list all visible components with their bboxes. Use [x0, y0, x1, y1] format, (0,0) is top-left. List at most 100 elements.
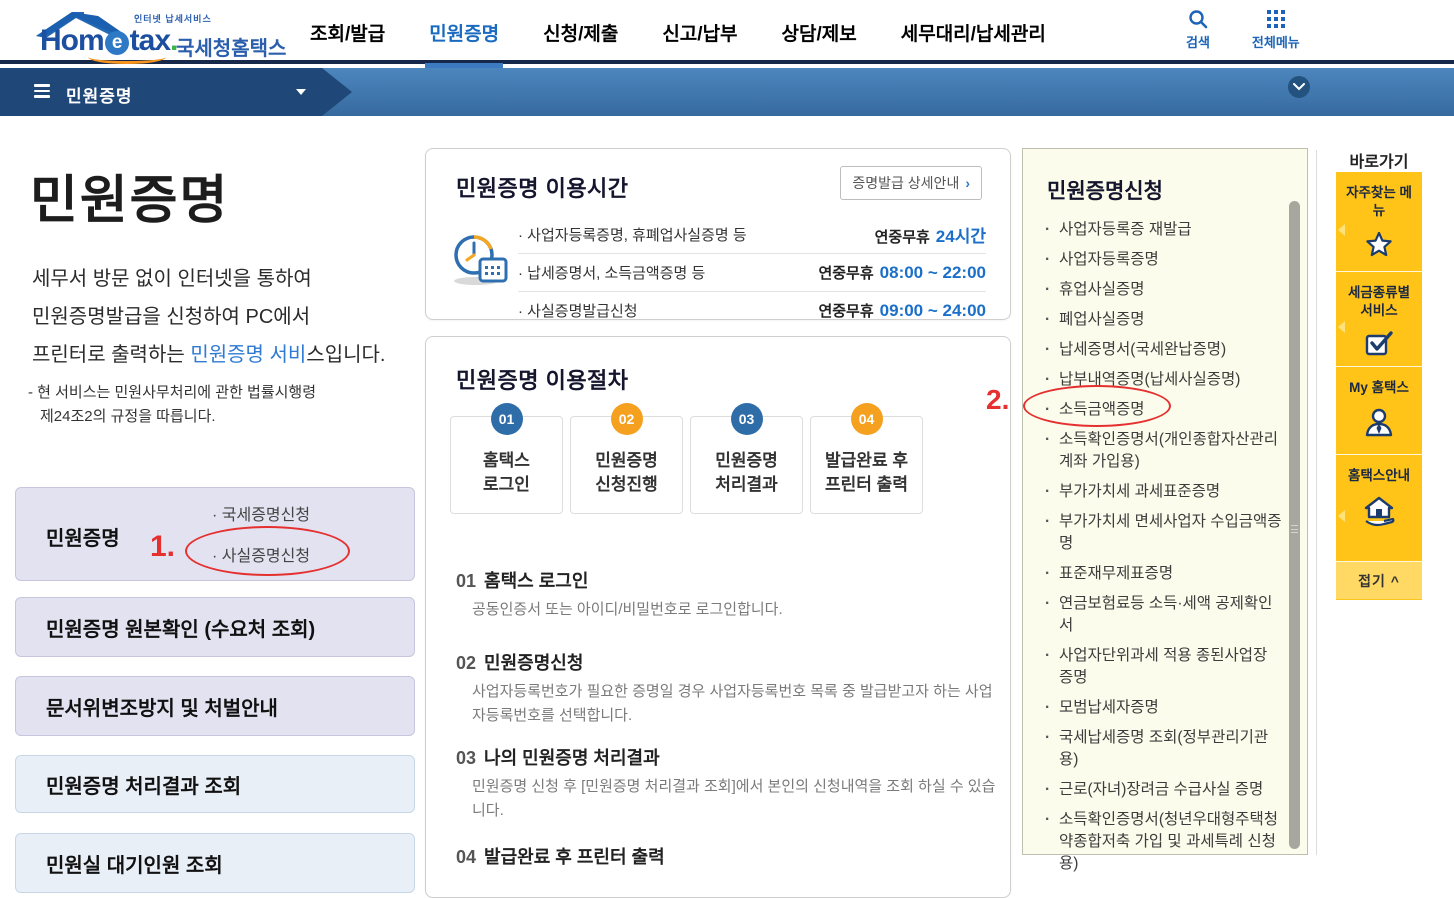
- menu-box-forgery-prevention[interactable]: 문서위변조방지 및 처벌안내: [15, 676, 415, 736]
- quick-item-my-hometax[interactable]: My 홈택스: [1336, 367, 1422, 455]
- cert-item-gov-inquiry[interactable]: 국세납세증명 조회(정부관리기관용): [1045, 727, 1285, 771]
- step-detail-heading: 02민원증명신청: [456, 649, 583, 675]
- step-detail-desc: 민원증명 신청 후 [민원증명 처리결과 조회]에서 본인의 신청내역을 조회 …: [472, 775, 996, 823]
- quick-sidebar-title: 바로가기: [1336, 148, 1422, 172]
- check-icon: [1364, 330, 1394, 358]
- cert-item-tax-payment[interactable]: 납세증명서(국세완납증명): [1045, 339, 1285, 361]
- cert-item-vat-exempt[interactable]: 부가가치세 면세사업자 수입금액증명: [1045, 511, 1285, 555]
- quick-item-favorite-menu[interactable]: 자주찾는 메뉴: [1336, 172, 1422, 272]
- cert-item-pension-deduction[interactable]: 연금보험료등 소득·세액 공제확인서: [1045, 593, 1285, 637]
- menu-box-civil-certificate[interactable]: 민원증명 · 국세증명신청 · 사실증명신청: [15, 487, 415, 581]
- house-icon: [1362, 495, 1396, 527]
- link-fact-cert[interactable]: · 사실증명신청: [212, 542, 310, 566]
- chevron-down-icon: [1293, 83, 1305, 91]
- step-number-badge: 04: [851, 403, 883, 435]
- arrow-left-icon: [1338, 321, 1345, 333]
- cert-item-biz-reissue[interactable]: 사업자등록증 재발급: [1045, 219, 1285, 241]
- step-detail-heading: 01홈택스 로그인: [456, 567, 588, 593]
- vertical-divider: [1316, 150, 1317, 855]
- grid-menu-icon: [1266, 9, 1286, 29]
- arrow-left-icon: [1338, 224, 1345, 236]
- cert-item-vat-base[interactable]: 부가가치세 과세표준증명: [1045, 481, 1285, 503]
- all-menu-label: 전체메뉴: [1252, 32, 1300, 51]
- menu-box-links: · 국세증명신청 · 사실증명신청: [212, 501, 310, 583]
- time-row: · 사업자등록증명, 휴폐업사실증명 등 연중무휴24시간: [518, 215, 986, 253]
- step-number-badge: 01: [491, 403, 523, 435]
- legal-note: - 현 서비스는 민원사무처리에 관한 법률시행령 제24조2의 규정을 따릅니…: [28, 381, 316, 429]
- certificate-list: 사업자등록증 재발급 사업자등록증명 휴업사실증명 폐업사실증명 납세증명서(국…: [1045, 219, 1285, 883]
- nav-tax-agent[interactable]: 세무대리/납세관리: [899, 0, 1048, 67]
- subnav-bar: 민원증명: [0, 68, 1454, 116]
- cert-item-suspension[interactable]: 휴업사실증명: [1045, 279, 1285, 301]
- quick-item-tax-type-services[interactable]: 세금종류별 서비스: [1336, 272, 1422, 367]
- procedure-title: 민원증명 이용절차: [456, 363, 629, 395]
- intro-link[interactable]: 민원증명 서비: [190, 344, 306, 366]
- arrow-left-icon: [1338, 510, 1345, 522]
- menu-box-title: 민원증명: [46, 522, 120, 551]
- step-card-apply: 02 민원증명신청진행: [570, 416, 683, 514]
- issuance-detail-button[interactable]: 증명발급 상세안내›: [840, 166, 982, 200]
- cert-item-biz-registration[interactable]: 사업자등록증명: [1045, 249, 1285, 271]
- all-menu-button[interactable]: 전체메뉴: [1252, 9, 1300, 51]
- nav-inquiry-issue[interactable]: 조회/발급: [308, 0, 387, 67]
- chevron-down-icon[interactable]: [296, 89, 306, 95]
- subnav-current-section[interactable]: 민원증명: [0, 68, 352, 116]
- link-national-tax-cert[interactable]: · 국세증명신청: [212, 501, 310, 525]
- search-label: 검색: [1186, 32, 1210, 51]
- person-icon: [1364, 407, 1394, 437]
- step-card-print: 04 발급완료 후프린터 출력: [810, 416, 923, 514]
- step-detail-heading: 03나의 민원증명 처리결과: [456, 744, 660, 770]
- search-button[interactable]: 검색: [1186, 9, 1210, 51]
- chevron-right-icon: ›: [965, 175, 970, 191]
- procedure-steps: 01 홈택스로그인 02 민원증명신청진행 03 민원증명처리결과 04 발급완…: [450, 416, 923, 514]
- step-detail-desc: 공동인증서 또는 아이디/비밀번호로 로그인합니다.: [472, 598, 996, 622]
- cert-item-income-isa[interactable]: 소득확인증명서(개인종합자산관리계좌 가입용): [1045, 429, 1285, 473]
- quick-item-hometax-guide[interactable]: 홈택스안내: [1336, 455, 1422, 562]
- time-row: · 납세증명서, 소득금액증명 등 연중무휴08:00 ~ 22:00: [518, 253, 986, 291]
- annotation-number-2: 2.: [986, 384, 1009, 416]
- nav-apply-submit[interactable]: 신청/제출: [541, 0, 620, 67]
- main-nav: 조회/발급 민원증명 신청/제출 신고/납부 상담/제보 세무대리/납세관리: [308, 0, 1048, 64]
- cert-item-payment-history[interactable]: 납부내역증명(납세사실증명): [1045, 369, 1285, 391]
- usage-time-box: 민원증명 이용시간 증명발급 상세안내› · 사업자등록증명, 휴폐업사실증명 …: [425, 148, 1011, 320]
- certificate-panel: 민원증명신청 사업자등록증 재발급 사업자등록증명 휴업사실증명 폐업사실증명 …: [1022, 148, 1308, 855]
- cert-item-unit-taxation[interactable]: 사업자단위과세 적용 종된사업장 증명: [1045, 645, 1285, 689]
- cert-item-eitc[interactable]: 근로(자녀)장려금 수급사실 증명: [1045, 779, 1285, 801]
- subnav-title: 민원증명: [66, 82, 133, 107]
- clock-calendar-icon: [448, 229, 510, 291]
- cert-item-income-amount[interactable]: 소득금액증명: [1045, 399, 1285, 421]
- nav-report-pay[interactable]: 신고/납부: [660, 0, 739, 67]
- step-detail-desc: 사업자등록번호가 필요한 증명일 경우 사업자등록번호 목록 중 발급받고자 하…: [472, 680, 996, 728]
- scrollbar-thumb[interactable]: [1289, 201, 1300, 849]
- usage-time-title: 민원증명 이용시간: [456, 171, 629, 203]
- menu-box-waiting-count[interactable]: 민원실 대기인원 조회: [15, 833, 415, 893]
- cert-item-youth-savings[interactable]: 소득확인증명서(청년우대형주택청약종합저축 가입 및 과세특례 신청용): [1045, 809, 1285, 875]
- certificate-panel-title: 민원증명신청: [1047, 175, 1163, 205]
- expand-menu-button[interactable]: [1288, 76, 1310, 98]
- hometax-logo[interactable]: 인터넷 납세서비스 Hometax. 국세청홈택스: [26, 6, 276, 60]
- nav-civil-certificate[interactable]: 민원증명: [427, 0, 501, 67]
- step-card-result: 03 민원증명처리결과: [690, 416, 803, 514]
- step-number-badge: 03: [731, 403, 763, 435]
- step-number-badge: 02: [611, 403, 643, 435]
- time-row: · 사실증명발급신청 연중무휴09:00 ~ 24:00: [518, 291, 986, 329]
- annotation-number-1: 1.: [150, 530, 175, 564]
- cert-item-financial-statements[interactable]: 표준재무제표증명: [1045, 563, 1285, 585]
- nav-consult-report[interactable]: 상담/제보: [780, 0, 859, 67]
- menu-box-original-check[interactable]: 민원증명 원본확인 (수요처 조회): [15, 597, 415, 657]
- page-title: 민원증명: [30, 158, 229, 233]
- procedure-box: 민원증명 이용절차 01 홈택스로그인 02 민원증명신청진행 03 민원증명처…: [425, 336, 1011, 898]
- header-tools: 검색 전체메뉴: [1186, 9, 1300, 51]
- hamburger-icon[interactable]: [34, 84, 50, 98]
- top-header: 인터넷 납세서비스 Hometax. 국세청홈택스 조회/발급 민원증명 신청/…: [0, 0, 1454, 64]
- logo-suffix: 국세청홈택스: [176, 32, 286, 61]
- menu-box-result-inquiry[interactable]: 민원증명 처리결과 조회: [15, 755, 415, 813]
- star-icon: [1364, 230, 1394, 260]
- cert-item-closure[interactable]: 폐업사실증명: [1045, 309, 1285, 331]
- cert-item-model-taxpayer[interactable]: 모범납세자증명: [1045, 697, 1285, 719]
- collapse-button[interactable]: 접기 ^: [1336, 562, 1422, 599]
- search-icon: [1188, 9, 1208, 29]
- step-card-login: 01 홈택스로그인: [450, 416, 563, 514]
- logo-swoosh: [88, 50, 166, 64]
- step-detail-heading: 04발급완료 후 프린터 출력: [456, 843, 665, 869]
